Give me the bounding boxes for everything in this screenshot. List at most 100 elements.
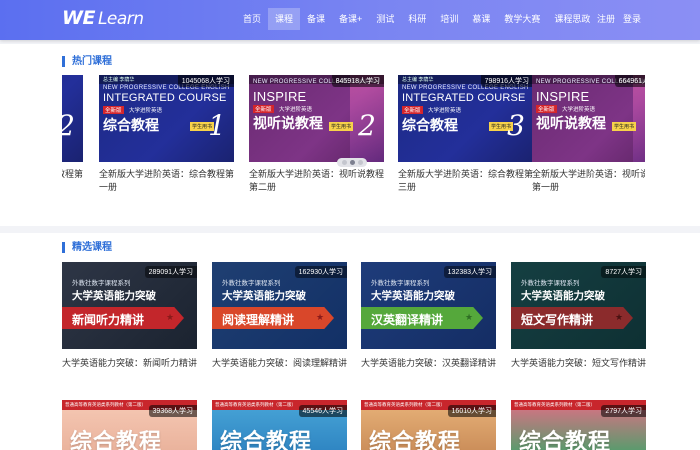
learner-count: 289091人学习	[144, 266, 197, 278]
nav-ideology[interactable]: 课程思政	[547, 8, 597, 30]
course-series: 大学英语能力突破	[72, 290, 156, 302]
register-link[interactable]: 注册	[593, 8, 619, 30]
star-icon: ★	[615, 312, 624, 322]
learner-count: 2797人学习	[601, 405, 646, 417]
editor-label: 总主编 李荫华	[103, 77, 135, 83]
course-title[interactable]: 大学英语能力突破：汉英翻译精讲	[361, 356, 496, 369]
book-card[interactable]: 总主编 李荫华 NEW PROGRESSIVE COLLEGE ENGLISH …	[99, 75, 234, 194]
main-nav: 首页 课程 备课 备课+ 测试 科研 培训 慕课 教学大赛 课程思政	[236, 8, 597, 30]
english-title: INTEGRATED COURSE	[103, 92, 227, 104]
learner-count: 845918人学习	[331, 75, 384, 87]
course-card[interactable]: 普通高等教育英语类系列教材（第二版） 39368人学习 综合教程	[62, 400, 197, 450]
course-cover: 289091人学习 外教社数字课程系列 大学英语能力突破 新闻听力精讲 ★	[62, 262, 197, 349]
star-icon: ★	[166, 312, 175, 322]
student-book-tag: 学生用书	[329, 122, 354, 131]
book-title: 教程第	[62, 169, 83, 179]
nav-research[interactable]: 科研	[401, 8, 433, 30]
login-link[interactable]: 登录	[619, 8, 645, 30]
chinese-title: 综合教程	[402, 117, 458, 133]
course-cover: 8727人学习 外教社数字课程系列 大学英语能力突破 短文写作精讲 ★	[511, 262, 646, 349]
logo-we: WE	[62, 7, 95, 29]
featured-courses-section: 精选课程 289091人学习 外教社数字课程系列 大学英语能力突破 新闻听力精讲…	[0, 233, 700, 450]
student-book-tag: 学生用书	[612, 122, 637, 131]
volume-number: 2	[358, 109, 376, 142]
book-card[interactable]: NEW PROGRESSIVE COLLEGE ENGLISH INSPIRE …	[532, 75, 645, 194]
series-cn: 大学进阶英语	[279, 107, 313, 113]
nav-home[interactable]: 首页	[236, 8, 268, 30]
nav-mooc[interactable]: 慕课	[465, 8, 497, 30]
series-banner: 普通高等教育英语类系列教材（第二版）	[215, 402, 296, 407]
course-card[interactable]: 普通高等教育英语类系列教材（第二版） 2797人学习 综合教程	[511, 400, 646, 450]
publisher-series: 外教社数字课程系列	[72, 280, 131, 287]
learner-count: 162930人学习	[294, 266, 347, 278]
ribbon-text: 短文写作精讲	[521, 313, 594, 327]
edition-badge: 全新版	[253, 105, 274, 113]
carousel-dot[interactable]	[357, 160, 363, 165]
course-card[interactable]: 8727人学习 外教社数字课程系列 大学英语能力突破 短文写作精讲 ★ 大学英语…	[511, 262, 646, 369]
learner-count: 16010人学习	[447, 405, 496, 417]
volume-number: 2	[62, 109, 75, 142]
book-title[interactable]: 全新版大学进阶英语：综合教程第三册	[398, 168, 533, 194]
course-card[interactable]: 162930人学习 外教社数字课程系列 大学英语能力突破 阅读理解精讲 ★ 大学…	[212, 262, 347, 369]
ribbon-text: 阅读理解精讲	[222, 313, 295, 327]
learner-count: 39368人学习	[148, 405, 197, 417]
hot-courses-title: 热门课程	[62, 56, 112, 67]
course-cover: 132383人学习 外教社数字课程系列 大学英语能力突破 汉英翻译精讲 ★	[361, 262, 496, 349]
book-title[interactable]: 全新版大学进阶英语：综合教程第一册	[99, 168, 234, 194]
volume-number: 1	[208, 109, 226, 142]
course-title[interactable]: 大学英语能力突破：短文写作精讲	[511, 356, 646, 369]
auth-links: 注册 登录	[593, 8, 645, 30]
carousel-pagination	[337, 158, 367, 167]
hot-courses-carousel[interactable]: 2 教程第 总主编 李荫华 NEW PROGRESSIVE COLLEGE EN…	[62, 75, 645, 195]
book-card[interactable]: NEW PROGRESSIVE COLLEGE ENGLISH INSPIRE …	[249, 75, 384, 194]
publisher-series: 外教社数字课程系列	[222, 280, 281, 287]
course-cover-title: 综合教程	[519, 429, 612, 450]
nav-test[interactable]: 测试	[369, 8, 401, 30]
english-title: INSPIRE	[536, 89, 590, 104]
book-cover: NEW PROGRESSIVE COLLEGE ENGLISH INSPIRE …	[249, 75, 384, 162]
series-banner: 普通高等教育英语类系列教材（第二版）	[65, 402, 146, 407]
logo-learn: Learn	[97, 9, 144, 29]
course-cover: 162930人学习 外教社数字课程系列 大学英语能力突破 阅读理解精讲 ★	[212, 262, 347, 349]
series-banner: 普通高等教育英语类系列教材（第二版）	[364, 402, 445, 407]
course-series: 大学英语能力突破	[222, 290, 306, 302]
series-banner: 普通高等教育英语类系列教材（第二版）	[514, 402, 595, 407]
nav-prep[interactable]: 备课	[300, 8, 332, 30]
learner-count: 664961人学习	[614, 75, 645, 87]
publisher-series: 外教社数字课程系列	[371, 280, 430, 287]
star-icon: ★	[316, 312, 325, 322]
welearn-logo[interactable]: WE Learn	[62, 7, 144, 29]
course-cover-title: 综合教程	[369, 429, 462, 450]
nav-contest[interactable]: 教学大赛	[497, 8, 547, 30]
carousel-dot-active[interactable]	[349, 160, 355, 165]
series-cn: 大学进阶英语	[562, 107, 596, 113]
publisher-series: 外教社数字课程系列	[521, 280, 580, 287]
star-icon: ★	[465, 312, 474, 322]
english-title: INTEGRATED COURSE	[402, 92, 526, 104]
chinese-title: 视听说教程	[536, 115, 606, 131]
ribbon-text: 汉英翻译精讲	[371, 313, 444, 327]
volume-number: 3	[507, 109, 525, 142]
course-card[interactable]: 289091人学习 外教社数字课程系列 大学英语能力突破 新闻听力精讲 ★ 大学…	[62, 262, 197, 369]
course-card[interactable]: 普通高等教育英语类系列教材（第二版） 45546人学习 综合教程	[212, 400, 347, 450]
book-cover: 总主编 李荫华 NEW PROGRESSIVE COLLEGE ENGLISH …	[398, 75, 533, 162]
nav-prep-plus[interactable]: 备课+	[332, 8, 369, 30]
learner-count: 798916人学习	[480, 75, 533, 87]
editor-label: 总主编 李荫华	[402, 77, 434, 83]
course-title[interactable]: 大学英语能力突破：新闻听力精讲	[62, 356, 197, 369]
learner-count: 45546人学习	[298, 405, 347, 417]
nav-courses[interactable]: 课程	[268, 8, 301, 30]
book-card[interactable]: 2 教程第	[62, 75, 83, 181]
carousel-dot[interactable]	[341, 160, 347, 165]
book-card[interactable]: 总主编 李荫华 NEW PROGRESSIVE COLLEGE ENGLISH …	[398, 75, 533, 194]
course-series: 大学英语能力突破	[371, 290, 455, 302]
book-title[interactable]: 全新版大学进阶英语：视听说教程第一册	[532, 168, 645, 194]
nav-training[interactable]: 培训	[433, 8, 465, 30]
chinese-title: 综合教程	[103, 117, 159, 133]
course-card[interactable]: 132383人学习 外教社数字课程系列 大学英语能力突破 汉英翻译精讲 ★ 大学…	[361, 262, 496, 369]
course-card[interactable]: 普通高等教育英语类系列教材（第二版） 16010人学习 综合教程	[361, 400, 496, 450]
book-title[interactable]: 全新版大学进阶英语：视听说教程第二册	[249, 168, 384, 194]
course-cover-title: 综合教程	[70, 429, 163, 450]
course-title[interactable]: 大学英语能力突破：阅读理解精讲	[212, 356, 347, 369]
course-cover-title: 综合教程	[220, 429, 313, 450]
